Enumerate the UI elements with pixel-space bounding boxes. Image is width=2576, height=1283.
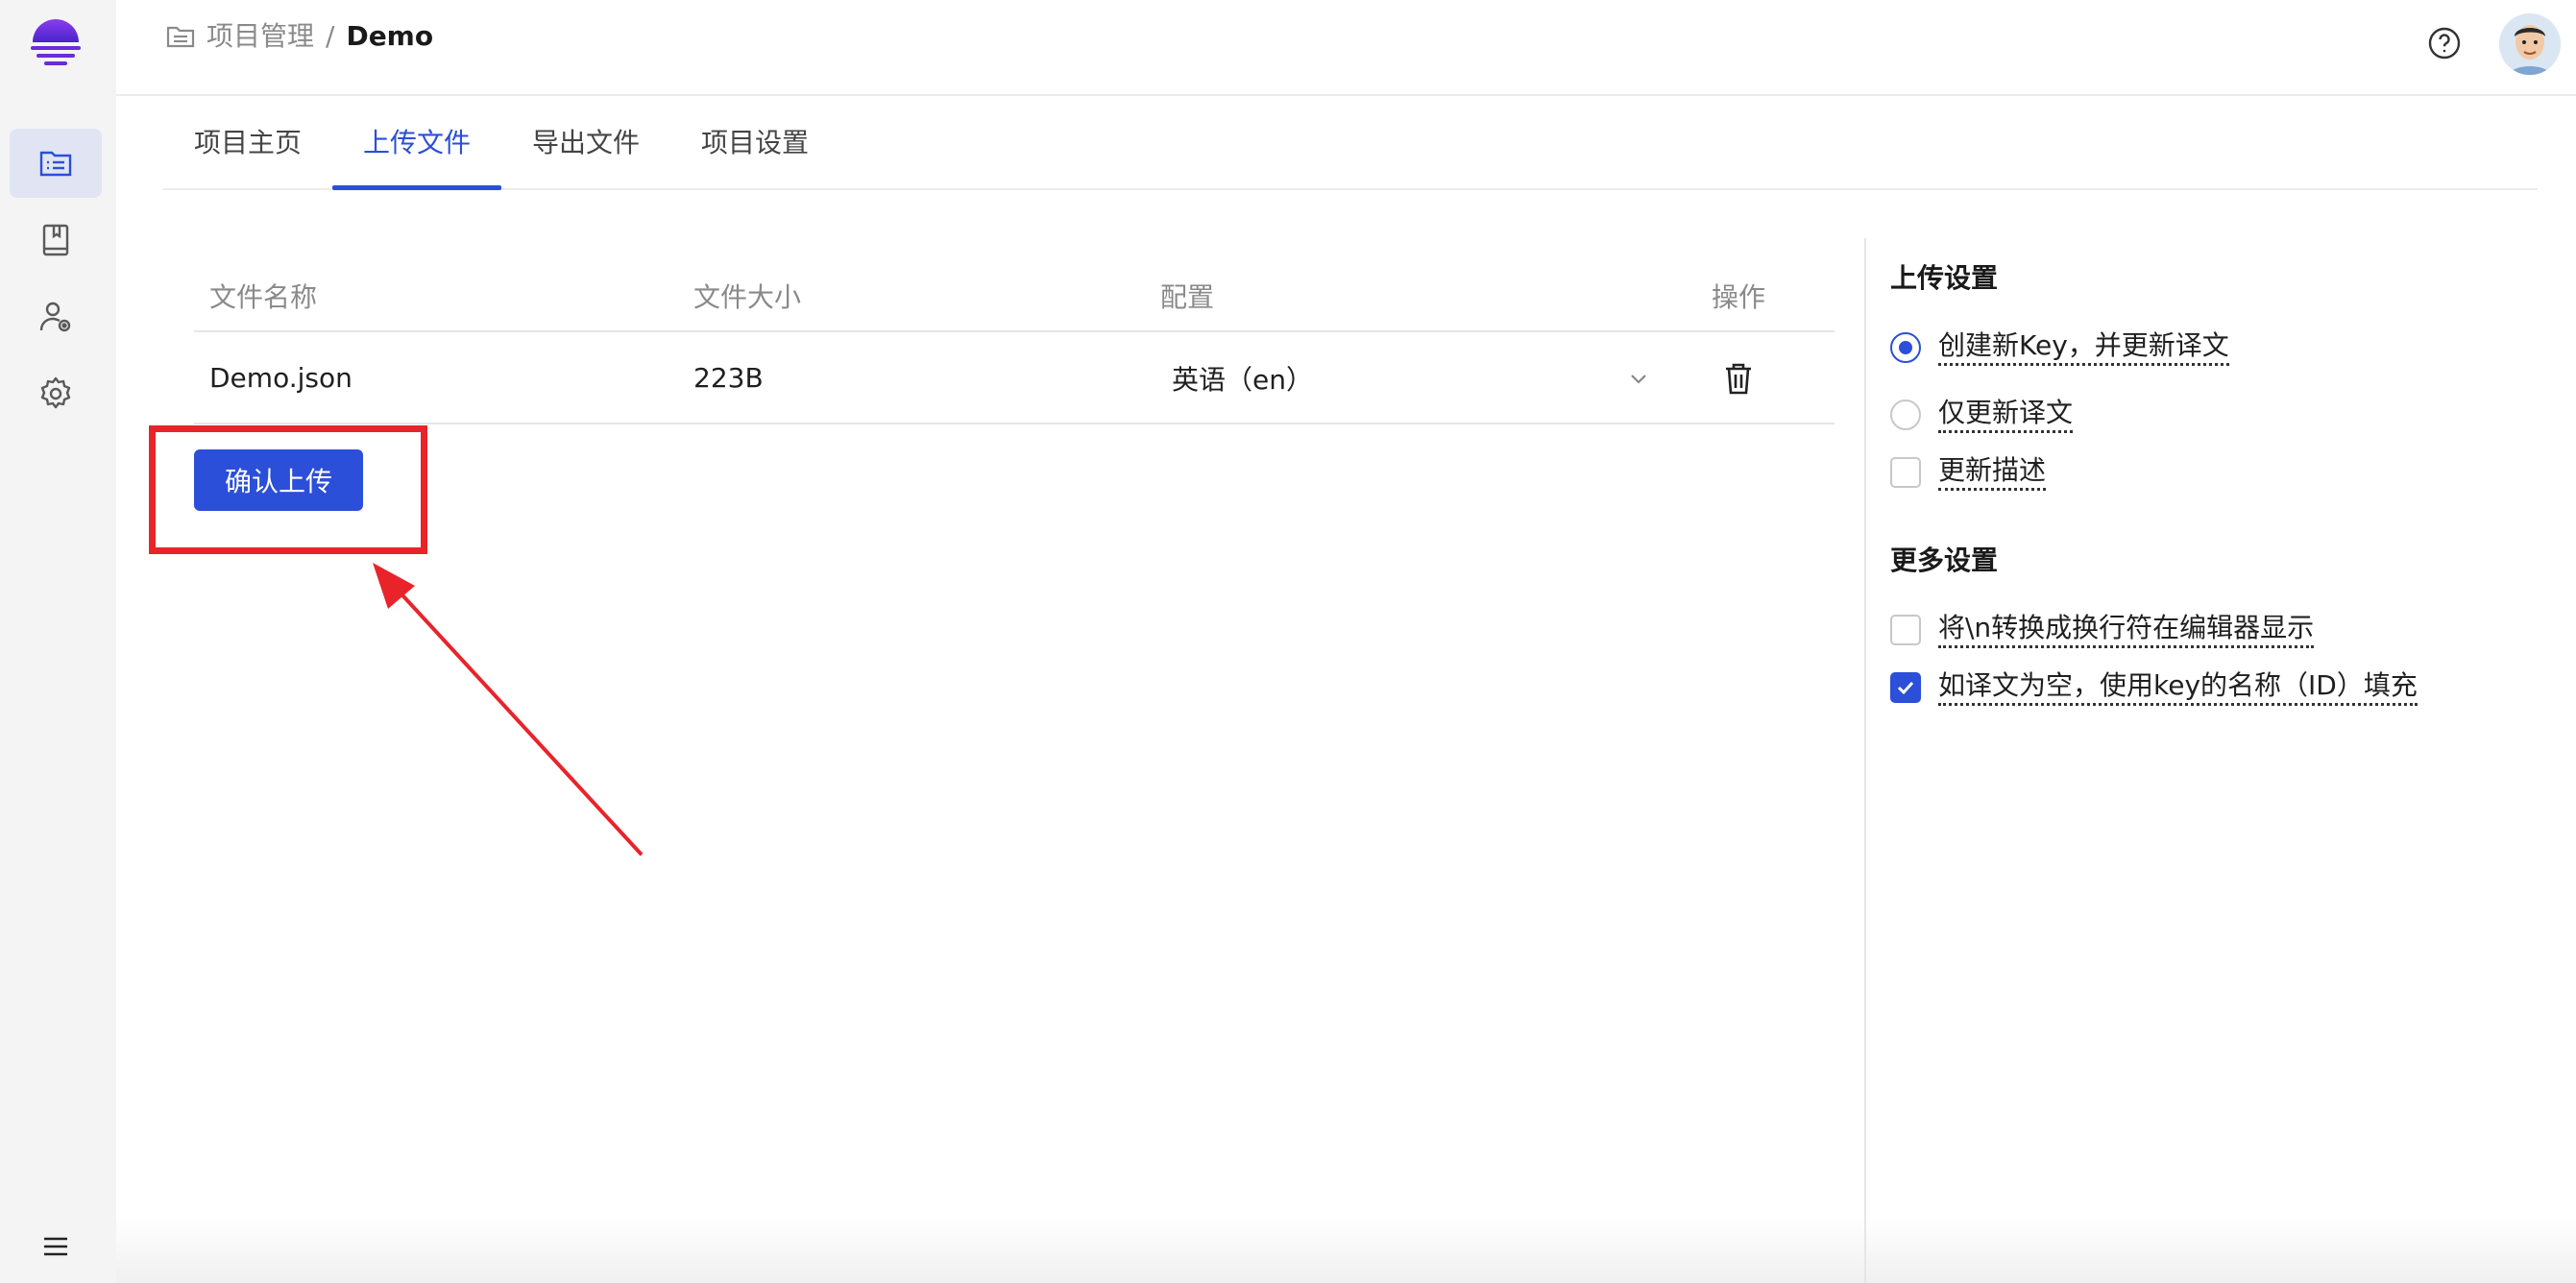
- breadcrumb-separator: /: [326, 20, 335, 52]
- breadcrumb-current: Demo: [346, 20, 434, 52]
- sidebar-item-settings[interactable]: [10, 359, 102, 428]
- header: 项目管理 / Demo: [116, 0, 2576, 96]
- sidebar: [0, 0, 116, 1283]
- option-label: 仅更新译文: [1938, 396, 2074, 433]
- checkbox-fill-with-key[interactable]: [1890, 671, 1921, 703]
- option-create-new-key[interactable]: 创建新Key，并更新译文: [1890, 328, 2229, 366]
- help-icon[interactable]: [2426, 25, 2463, 61]
- language-select-value: 英语（en）: [1172, 364, 1313, 396]
- option-fill-with-key[interactable]: 如译文为空，使用key的名称（ID）填充: [1890, 668, 2418, 706]
- delete-icon[interactable]: [1721, 361, 1756, 396]
- file-size: 223B: [693, 361, 764, 394]
- checkbox-update-description[interactable]: [1890, 456, 1921, 488]
- sidebar-item-glossary[interactable]: [10, 206, 102, 275]
- option-label: 将\n转换成换行符在编辑器显示: [1938, 611, 2315, 648]
- language-select[interactable]: 英语（en）: [1172, 350, 1652, 407]
- chevron-down-icon: [1631, 375, 1646, 384]
- tab-export-file[interactable]: 导出文件: [501, 96, 670, 188]
- option-update-description[interactable]: 更新描述: [1890, 453, 2047, 491]
- radio-update-only[interactable]: [1890, 399, 1921, 430]
- option-label: 如译文为空，使用key的名称（ID）填充: [1938, 668, 2418, 706]
- header-action: 操作: [1712, 281, 1766, 313]
- user-settings-icon: [39, 302, 71, 332]
- annotation-highlight-box: [149, 425, 427, 554]
- header-file-size: 文件大小: [693, 281, 802, 313]
- option-newline-convert[interactable]: 将\n转换成换行符在编辑器显示: [1890, 611, 2315, 648]
- check-icon: [1897, 681, 1914, 694]
- avatar[interactable]: [2499, 13, 2561, 75]
- sidebar-item-projects[interactable]: [10, 129, 102, 198]
- app: 项目管理 / Demo 项目主页 上传文件 导出文件 项目设置 文件名称 文件大…: [0, 0, 2576, 1283]
- more-settings-title: 更多设置: [1890, 545, 1999, 576]
- book-icon: [42, 224, 69, 256]
- avatar-image: [2499, 13, 2561, 75]
- tab-upload-file[interactable]: 上传文件: [332, 96, 502, 190]
- header-file-name: 文件名称: [209, 281, 318, 313]
- settings-panel: 上传设置 创建新Key，并更新译文 仅更新译文 更新描述 更多设置 将\n转换成…: [1890, 259, 2543, 706]
- table-header: 文件名称 文件大小 配置 操作: [194, 267, 1835, 332]
- panel-divider: [1864, 238, 1866, 1283]
- tab-project-settings[interactable]: 项目设置: [670, 96, 839, 188]
- option-label: 更新描述: [1938, 453, 2047, 491]
- upload-settings-title: 上传设置: [1890, 262, 1999, 294]
- logo-icon[interactable]: [29, 17, 83, 71]
- sidebar-item-members[interactable]: [10, 282, 102, 351]
- menu-icon: [44, 1237, 67, 1256]
- radio-create-new-key[interactable]: [1890, 331, 1921, 363]
- tab-bar: 项目主页 上传文件 导出文件 项目设置: [163, 96, 2538, 190]
- file-name: Demo.json: [209, 361, 352, 394]
- breadcrumb: 项目管理 / Demo: [164, 17, 433, 56]
- header-config: 配置: [1160, 281, 1215, 313]
- folder-icon: [166, 26, 195, 48]
- annotation-arrow: [373, 563, 644, 857]
- breadcrumb-parent[interactable]: 项目管理: [207, 17, 314, 56]
- checkbox-newline-convert[interactable]: [1890, 614, 1921, 645]
- tab-project-home[interactable]: 项目主页: [163, 96, 332, 188]
- gear-icon: [40, 376, 71, 409]
- bottom-shadow: [116, 1216, 2576, 1283]
- file-table: 文件名称 文件大小 配置 操作 Demo.json 223B 英语（en）: [194, 267, 1835, 424]
- sidebar-collapse-button[interactable]: [10, 1212, 102, 1281]
- option-update-only[interactable]: 仅更新译文: [1890, 396, 2074, 433]
- project-list-icon: [39, 151, 72, 177]
- option-label: 创建新Key，并更新译文: [1938, 328, 2229, 366]
- table-row: Demo.json 223B 英语（en）: [194, 332, 1835, 424]
